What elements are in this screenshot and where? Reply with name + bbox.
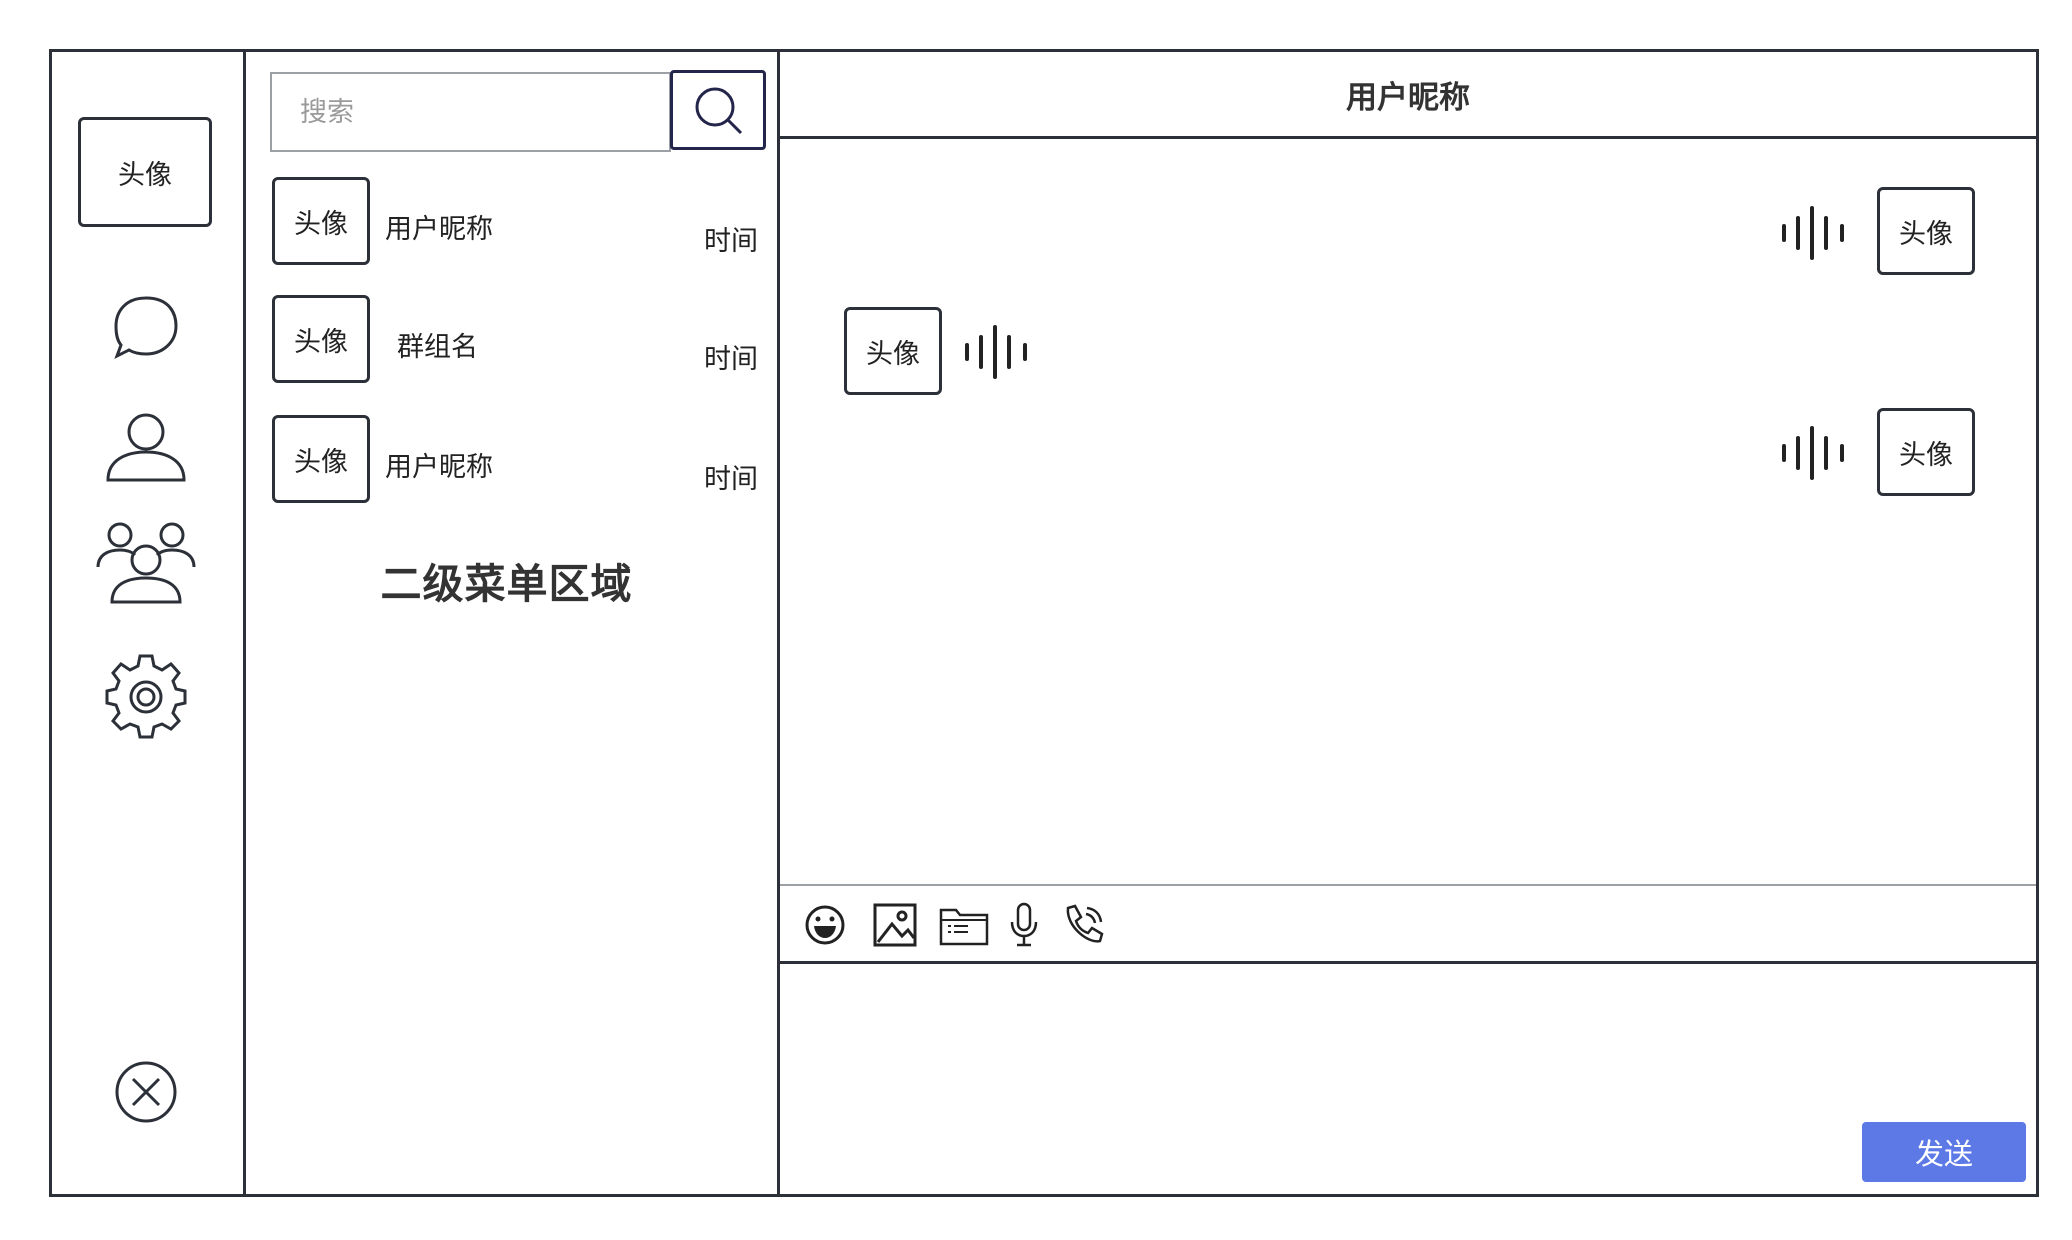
voice-waveform-icon	[965, 325, 1027, 379]
conversation-name: 用户昵称	[385, 214, 493, 245]
conversation-time: 时间	[704, 226, 758, 257]
search-input[interactable]	[272, 74, 669, 150]
chat-panel: 用户昵称 头像 头像 头像 发送	[780, 52, 2036, 1194]
avatar[interactable]: 头像	[1877, 408, 1975, 496]
search-button[interactable]	[670, 70, 766, 150]
icon-sidebar: 头像	[52, 52, 246, 1194]
avatar: 头像	[272, 177, 370, 265]
settings-gear-icon[interactable]	[99, 652, 193, 742]
image-icon[interactable]	[872, 902, 918, 948]
app-window: 头像 头像 用户昵称 时间 头像 群组名	[49, 49, 2039, 1197]
avatar: 头像	[272, 295, 370, 383]
folder-icon[interactable]	[938, 902, 990, 948]
voice-waveform-icon	[1782, 426, 1844, 480]
conversation-item[interactable]: 头像 群组名 时间	[272, 295, 762, 385]
chat-bubble-icon[interactable]	[99, 282, 193, 372]
conversation-name: 用户昵称	[385, 452, 493, 483]
conversation-time: 时间	[704, 464, 758, 495]
avatar[interactable]: 头像	[1877, 187, 1975, 275]
conversation-name: 群组名	[397, 332, 478, 363]
group-icon[interactable]	[94, 517, 198, 607]
close-circle-icon[interactable]	[99, 1047, 193, 1137]
message-input[interactable]	[780, 964, 2036, 1194]
conversation-time: 时间	[704, 344, 758, 375]
avatar[interactable]: 头像	[844, 307, 942, 395]
voice-message[interactable]	[1780, 426, 1852, 480]
message-input-area: 发送	[780, 964, 2036, 1194]
emoji-icon[interactable]	[802, 902, 848, 948]
send-button[interactable]: 发送	[1862, 1122, 2026, 1182]
voice-waveform-icon	[1782, 206, 1844, 260]
menu-area-caption-text: 二级菜单区域	[380, 560, 633, 608]
search-icon	[695, 87, 743, 135]
conversation-item[interactable]: 头像 用户昵称 时间	[272, 177, 762, 267]
voice-message[interactable]	[1780, 206, 1852, 260]
user-icon[interactable]	[99, 402, 193, 492]
voice-message[interactable]	[963, 325, 1035, 379]
secondary-menu: 头像 用户昵称 时间 头像 群组名 时间 头像 用户昵称 时间 二级菜单区域	[246, 52, 780, 1194]
conversation-item[interactable]: 头像 用户昵称 时间	[272, 415, 762, 505]
phone-call-icon[interactable]	[1060, 902, 1106, 948]
microphone-icon[interactable]	[1008, 902, 1040, 948]
menu-area-caption: 二级菜单区域	[246, 550, 777, 610]
avatar: 头像	[272, 415, 370, 503]
my-avatar[interactable]: 头像	[78, 117, 212, 227]
search-field-wrapper	[270, 72, 671, 152]
chat-title: 用户昵称	[780, 52, 2036, 139]
chat-toolbar	[780, 884, 2036, 964]
